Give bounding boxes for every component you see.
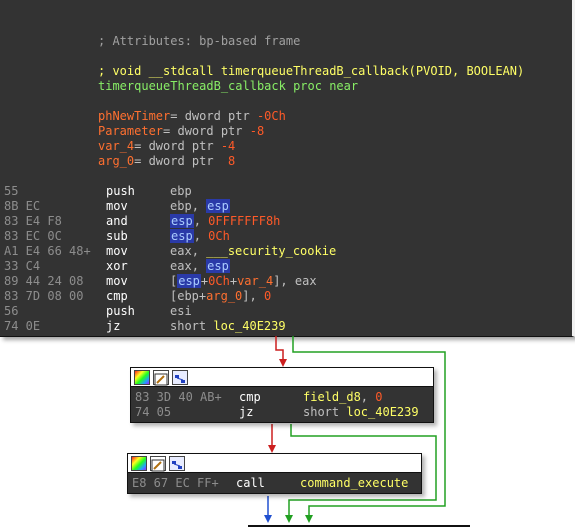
edit-icon[interactable]	[153, 370, 169, 386]
opcode-bytes: 83 3D 40 AB+	[135, 390, 222, 404]
mnemonic[interactable]: jz	[239, 405, 253, 420]
edge-false-block2-to-block3	[268, 424, 276, 453]
operand-immediate: 0	[375, 390, 383, 404]
block-header	[128, 454, 421, 473]
graph-edges	[248, 336, 470, 527]
mnemonic[interactable]: call	[236, 476, 265, 491]
color-palette-icon[interactable]	[134, 370, 150, 385]
edge-next-block3	[264, 496, 272, 523]
edge-true-main-to-target	[292, 336, 446, 523]
operand-keyword: short	[303, 405, 347, 419]
opcode-bytes: 74 05	[135, 405, 172, 419]
edge-false-main-to-block2	[275, 336, 287, 367]
edit-icon[interactable]	[150, 456, 166, 472]
operands: field_d8, 0	[303, 390, 382, 405]
operands: short loc_40E239	[303, 405, 419, 420]
graph-view-icon[interactable]	[169, 456, 185, 471]
call-target-label[interactable]: command_execute	[300, 476, 408, 491]
global-field-ref[interactable]: field_d8	[303, 390, 361, 404]
color-palette-icon[interactable]	[131, 456, 147, 471]
graph-view-icon[interactable]	[172, 370, 188, 385]
opcode-bytes: E8 67 EC FF+	[132, 476, 219, 490]
graph-block-cmp[interactable]: 83 3D 40 AB+ cmp field_d8, 0 74 05 jz sh…	[130, 367, 434, 423]
block-header	[131, 368, 433, 387]
jump-target-label[interactable]: loc_40E239	[346, 405, 418, 419]
operand-separator: ,	[360, 390, 376, 404]
mnemonic[interactable]: cmp	[239, 390, 261, 405]
graph-block-call[interactable]: E8 67 EC FF+ call command_execute	[127, 453, 422, 494]
